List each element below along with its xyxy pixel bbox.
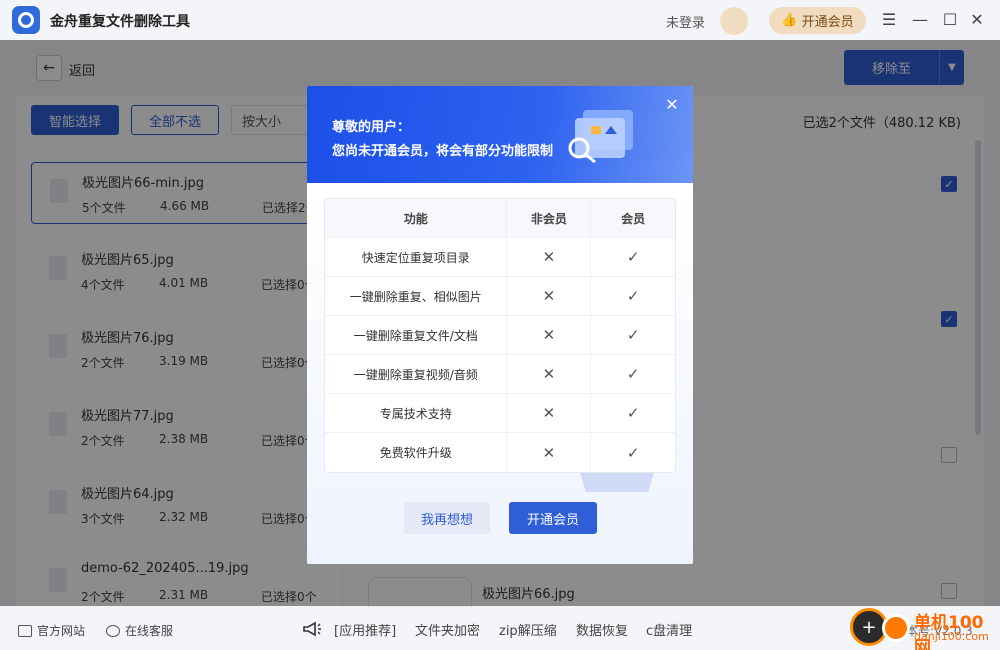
feature-name: 免费软件升级 [325, 433, 508, 472]
check-icon: ✓ [626, 326, 640, 344]
watermark-circle-icon [882, 614, 910, 642]
app-title: 金舟重复文件删除工具 [50, 14, 190, 30]
feature-name: 专属技术支持 [325, 394, 508, 432]
online-support-label: 在线客服 [125, 624, 174, 638]
feature-name: 一键删除重复视频/音频 [325, 355, 508, 393]
login-status[interactable]: 未登录 [666, 12, 705, 31]
vip-button-label: 开通会员 [801, 15, 854, 30]
membership-dialog: 尊敬的用户： 您尚未开通会员，将会有部分功能限制 ✕ 功能 非会员 会员 快速定… [307, 86, 693, 564]
dialog-greeting: 尊敬的用户： [332, 120, 411, 135]
table-row: 免费软件升级 ✕ ✓ [325, 433, 675, 472]
footer-link-encrypt[interactable]: 文件夹加密 [415, 620, 480, 639]
cross-icon: ✕ [507, 238, 592, 276]
footer-link-cdrive[interactable]: c盘清理 [646, 620, 692, 639]
watermark-text: 单机100网 [914, 613, 984, 650]
close-icon[interactable]: ✕ [665, 97, 679, 113]
check-icon: ✓ [626, 404, 640, 422]
feature-name: 一键删除重复、相似图片 [325, 277, 508, 315]
title-bar: 金舟重复文件删除工具 未登录 👍 开通会员 ☰ — ☐ ✕ [0, 0, 1000, 40]
table-row: 快速定位重复项目录 ✕ ✓ [325, 238, 675, 277]
cross-icon: ✕ [507, 433, 592, 472]
maximize-icon[interactable]: ☐ [939, 8, 961, 30]
menu-icon[interactable]: ☰ [878, 8, 900, 30]
table-row: 一键删除重复、相似图片 ✕ ✓ [325, 277, 675, 316]
official-site-link[interactable]: 官方网站 [18, 622, 85, 639]
online-support-link[interactable]: 在线客服 [106, 622, 173, 639]
column-header-feature: 功能 [325, 199, 508, 237]
cross-icon: ✕ [507, 394, 592, 432]
dialog-message: 您尚未开通会员，将会有部分功能限制 [332, 144, 554, 159]
app-logo-icon [12, 6, 40, 34]
check-icon: ✓ [626, 248, 640, 266]
column-header-member: 会员 [621, 211, 646, 226]
check-icon: ✓ [626, 287, 640, 305]
feature-name: 一键删除重复文件/文档 [325, 316, 508, 354]
megaphone-icon [303, 621, 321, 637]
table-header-row: 功能 非会员 会员 [325, 199, 675, 238]
headset-icon [106, 624, 120, 637]
column-header-non-member: 非会员 [507, 199, 592, 237]
thumbs-up-icon: 👍 [781, 13, 798, 28]
feature-name: 快速定位重复项目录 [325, 238, 508, 276]
close-window-icon[interactable]: ✕ [966, 8, 988, 30]
table-row: 一键删除重复文件/文档 ✕ ✓ [325, 316, 675, 355]
minimize-icon[interactable]: — [909, 8, 931, 30]
watermark-logo: + 单机100网 danji100.com [850, 604, 1000, 650]
dialog-header: 尊敬的用户： 您尚未开通会员，将会有部分功能限制 ✕ [307, 86, 693, 183]
feature-comparison-table: 功能 非会员 会员 快速定位重复项目录 ✕ ✓ 一键删除重复、相似图片 ✕ ✓ … [324, 198, 676, 473]
cross-icon: ✕ [507, 355, 592, 393]
monitor-icon [18, 624, 32, 637]
table-row: 一键删除重复视频/音频 ✕ ✓ [325, 355, 675, 394]
app-recommend-label: [应用推荐] [334, 624, 397, 639]
table-row: 专属技术支持 ✕ ✓ [325, 394, 675, 433]
avatar[interactable] [720, 7, 748, 35]
vip-button[interactable]: 👍 开通会员 [769, 7, 866, 34]
check-icon: ✓ [626, 365, 640, 383]
cross-icon: ✕ [507, 277, 592, 315]
watermark-url: danji100.com [914, 630, 989, 643]
open-membership-button[interactable]: 开通会员 [509, 502, 597, 534]
cross-icon: ✕ [507, 316, 592, 354]
folder-illustration-icon [568, 110, 633, 164]
official-site-label: 官方网站 [37, 624, 86, 638]
footer-link-zip[interactable]: zip解压缩 [499, 620, 557, 639]
footer-link-recovery[interactable]: 数据恢复 [576, 620, 628, 639]
think-again-button[interactable]: 我再想想 [404, 502, 490, 534]
check-icon: ✓ [626, 443, 640, 462]
